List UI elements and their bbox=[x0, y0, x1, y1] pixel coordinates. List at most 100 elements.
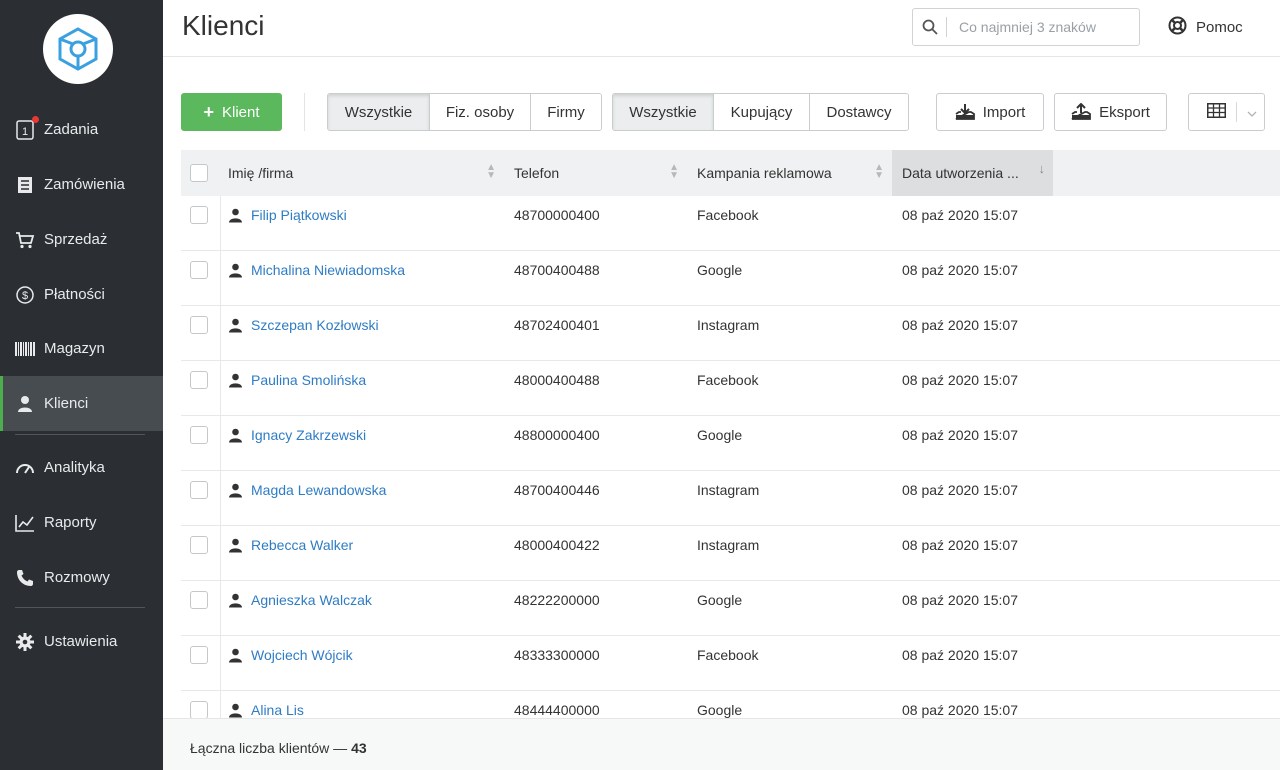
campaign-cell: Instagram bbox=[697, 317, 760, 333]
sidebar-item-sprzedaz[interactable]: Sprzedaż bbox=[0, 212, 163, 267]
name-cell: Paulina Smolińska bbox=[228, 361, 366, 399]
divider bbox=[220, 636, 221, 691]
sidebar-item-klienci[interactable]: Klienci bbox=[0, 376, 163, 431]
row-checkbox[interactable] bbox=[190, 426, 208, 444]
sort-icon: ▲ ▼ bbox=[874, 162, 884, 181]
table-row[interactable]: Szczepan Kozłowski 48702400401 Instagram 08… bbox=[181, 306, 1280, 361]
sidebar-item-analityka[interactable]: Analityka bbox=[0, 440, 163, 495]
client-name-link[interactable]: Magda Lewandowska bbox=[251, 482, 386, 498]
person-icon bbox=[228, 648, 243, 663]
table-row[interactable]: Rebecca Walker 48000400422 Instagram 08 paź… bbox=[181, 526, 1280, 581]
table-row[interactable]: Agnieszka Walczak 48222200000 Google 08 paź… bbox=[181, 581, 1280, 636]
row-checkbox[interactable] bbox=[190, 591, 208, 609]
svg-text:1: 1 bbox=[22, 126, 28, 138]
row-checkbox[interactable] bbox=[190, 206, 208, 224]
search-input[interactable] bbox=[959, 19, 1129, 35]
sort-desc-icon: ↓ bbox=[1038, 161, 1046, 176]
add-client-label: Klient bbox=[221, 103, 260, 121]
orders-icon bbox=[15, 175, 35, 195]
chart-icon bbox=[15, 513, 35, 533]
filter-type-individuals[interactable]: Fiz. osoby bbox=[430, 94, 531, 130]
cube-logo-icon bbox=[58, 27, 98, 71]
row-checkbox[interactable] bbox=[190, 261, 208, 279]
divider bbox=[220, 581, 221, 636]
import-button[interactable]: Import bbox=[936, 93, 1044, 131]
sort-icon: ▲ ▼ bbox=[486, 162, 496, 181]
svg-text:$: $ bbox=[22, 290, 28, 302]
barcode-icon bbox=[15, 339, 35, 359]
row-checkbox[interactable] bbox=[190, 536, 208, 554]
dollar-icon: $ bbox=[15, 285, 35, 305]
created-date-cell: 08 paź 2020 15:07 bbox=[902, 317, 1018, 333]
sidebar-item-platnosci[interactable]: $ Płatności bbox=[0, 267, 163, 322]
app-logo[interactable] bbox=[43, 14, 113, 84]
sidebar-item-magazyn[interactable]: Magazyn bbox=[0, 321, 163, 376]
column-header-campaign[interactable]: Kampania reklamowa ▲ ▼ bbox=[687, 150, 892, 196]
table-row[interactable]: Magda Lewandowska 48700400446 Instagram 08 … bbox=[181, 471, 1280, 526]
phone-cell: 48700400488 bbox=[514, 262, 600, 278]
client-name-link[interactable]: Rebecca Walker bbox=[251, 537, 353, 553]
row-checkbox[interactable] bbox=[190, 371, 208, 389]
table-row[interactable]: Wojciech Wójcik 48333300000 Facebook 08 paź… bbox=[181, 636, 1280, 691]
campaign-cell: Facebook bbox=[697, 372, 759, 388]
column-header-phone[interactable]: Telefon ▲ ▼ bbox=[504, 150, 687, 196]
row-checkbox[interactable] bbox=[190, 646, 208, 664]
add-client-button[interactable]: + Klient bbox=[181, 93, 282, 131]
row-checkbox[interactable] bbox=[190, 481, 208, 499]
person-icon bbox=[228, 593, 243, 608]
column-header-created-date[interactable]: Data utworzenia ... ↓ bbox=[892, 150, 1053, 196]
sidebar-item-label: Klienci bbox=[44, 395, 89, 412]
table-row[interactable]: Paulina Smolińska 48000400488 Facebook 08 p… bbox=[181, 361, 1280, 416]
search-box[interactable] bbox=[912, 8, 1140, 46]
column-settings-button[interactable] bbox=[1188, 93, 1265, 131]
table-row[interactable]: Ignacy Zakrzewski 48800000400 Google 08 paź… bbox=[181, 416, 1280, 471]
client-name-link[interactable]: Ignacy Zakrzewski bbox=[251, 427, 366, 443]
help-button[interactable]: Pomoc bbox=[1168, 16, 1243, 39]
sidebar-item-zadania[interactable]: 1 Zadania bbox=[0, 102, 163, 157]
campaign-cell: Facebook bbox=[697, 207, 759, 223]
campaign-cell: Facebook bbox=[697, 647, 759, 663]
total-count: 43 bbox=[351, 740, 367, 756]
person-icon bbox=[228, 318, 243, 333]
filter-type-companies[interactable]: Firmy bbox=[531, 94, 601, 130]
created-date-cell: 08 paź 2020 15:07 bbox=[902, 427, 1018, 443]
table-row[interactable]: Michalina Niewiadomska 48700400488 Google 0… bbox=[181, 251, 1280, 306]
sidebar-item-raporty[interactable]: Raporty bbox=[0, 495, 163, 550]
select-all-checkbox[interactable] bbox=[190, 150, 208, 196]
column-header-name[interactable]: Imię /firma ▲ ▼ bbox=[218, 150, 504, 196]
export-button[interactable]: Eksport bbox=[1054, 93, 1167, 131]
gear-icon bbox=[15, 632, 35, 652]
client-name-link[interactable]: Wojciech Wójcik bbox=[251, 647, 353, 663]
client-name-link[interactable]: Filip Piątkowski bbox=[251, 207, 347, 223]
filter-role-all[interactable]: Wszystkie bbox=[613, 94, 714, 130]
created-date-cell: 08 paź 2020 15:07 bbox=[902, 482, 1018, 498]
divider bbox=[15, 434, 145, 435]
row-checkbox[interactable] bbox=[190, 701, 208, 719]
row-checkbox[interactable] bbox=[190, 316, 208, 334]
sidebar-item-ustawienia[interactable]: Ustawienia bbox=[0, 614, 163, 669]
client-name-link[interactable]: Agnieszka Walczak bbox=[251, 592, 372, 608]
sidebar-item-label: Raporty bbox=[44, 514, 97, 531]
sidebar-item-zamowienia[interactable]: Zamówienia bbox=[0, 157, 163, 212]
created-date-cell: 08 paź 2020 15:07 bbox=[902, 647, 1018, 663]
filter-role-buyers[interactable]: Kupujący bbox=[714, 94, 810, 130]
person-icon bbox=[228, 428, 243, 443]
name-cell: Wojciech Wójcik bbox=[228, 636, 353, 674]
help-label: Pomoc bbox=[1196, 19, 1243, 36]
person-icon bbox=[228, 373, 243, 388]
filter-role-suppliers[interactable]: Dostawcy bbox=[810, 94, 908, 130]
client-name-link[interactable]: Paulina Smolińska bbox=[251, 372, 366, 388]
notification-badge bbox=[32, 115, 39, 123]
total-label: Łączna liczba klientów — bbox=[190, 740, 352, 756]
sidebar-item-rozmowy[interactable]: Rozmowy bbox=[0, 550, 163, 605]
filter-type-all[interactable]: Wszystkie bbox=[328, 94, 430, 130]
client-name-link[interactable]: Michalina Niewiadomska bbox=[251, 262, 405, 278]
table-row[interactable]: Filip Piątkowski 48700000400 Facebook 08 pa… bbox=[181, 196, 1280, 251]
client-name-link[interactable]: Szczepan Kozłowski bbox=[251, 317, 379, 333]
client-name-link[interactable]: Alina Lis bbox=[251, 702, 304, 718]
divider bbox=[220, 416, 221, 471]
import-label: Import bbox=[982, 103, 1026, 121]
divider bbox=[220, 306, 221, 361]
cart-icon bbox=[15, 230, 35, 250]
campaign-cell: Instagram bbox=[697, 537, 760, 553]
